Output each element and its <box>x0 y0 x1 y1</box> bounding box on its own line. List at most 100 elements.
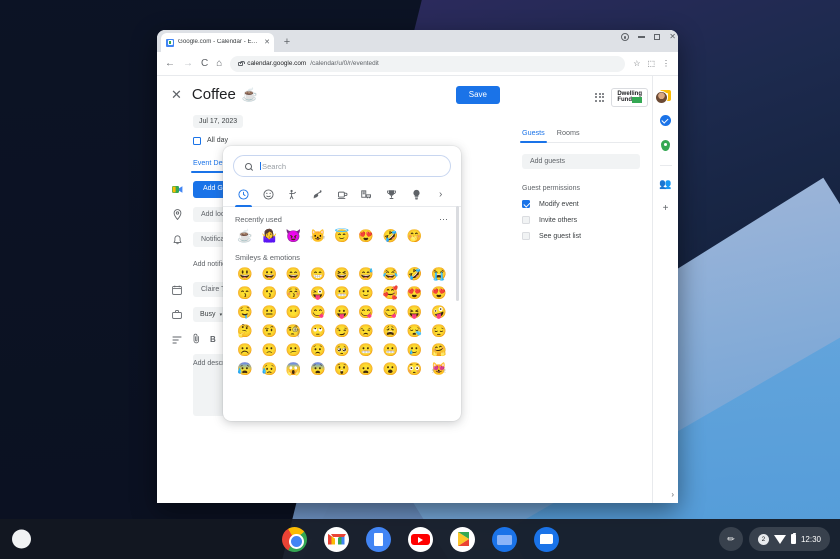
see-guest-list-checkbox[interactable] <box>522 232 530 240</box>
emoji-cell[interactable]: 😔 <box>430 323 447 340</box>
emoji-cell[interactable]: 😮 <box>382 361 399 378</box>
contacts-icon[interactable]: 👥 <box>659 180 671 190</box>
emoji-category-activities[interactable] <box>379 183 404 206</box>
permission-see-guest-list[interactable]: See guest list <box>522 232 652 240</box>
emoji-cell[interactable]: 😋 <box>309 304 326 321</box>
emoji-cell[interactable]: 😥 <box>261 361 278 378</box>
emoji-cell[interactable]: 😍 <box>406 285 423 302</box>
emoji-cell[interactable]: 🤭 <box>406 228 423 245</box>
emoji-cell[interactable]: 😻 <box>430 361 447 378</box>
emoji-cell[interactable]: 😛 <box>333 304 350 321</box>
gmail-icon[interactable] <box>324 527 349 552</box>
emoji-category-recent[interactable] <box>231 183 256 206</box>
emoji-category-people[interactable] <box>280 183 305 206</box>
emoji-cell[interactable]: 😬 <box>333 285 350 302</box>
emoji-cell[interactable]: 😱 <box>285 361 302 378</box>
emoji-cell[interactable]: 😩 <box>382 323 399 340</box>
emoji-cell[interactable]: 😝 <box>406 304 423 321</box>
emoji-cell[interactable]: 😙 <box>237 285 254 302</box>
google-tasks-icon[interactable] <box>660 115 671 126</box>
system-tray[interactable]: 2 12:30 <box>749 527 830 551</box>
emoji-cell[interactable]: 😟 <box>309 342 326 359</box>
emoji-scrollbar[interactable] <box>456 206 459 301</box>
emoji-category-smileys[interactable] <box>256 183 281 206</box>
permission-modify-event[interactable]: Modify event <box>522 200 652 208</box>
emoji-cell[interactable]: 😬 <box>358 342 375 359</box>
profile-icon[interactable] <box>621 33 629 41</box>
browser-menu-icon[interactable]: ⋮ <box>662 59 670 68</box>
emoji-cell[interactable]: 😭 <box>430 266 447 283</box>
emoji-search-box[interactable]: Search <box>233 155 451 177</box>
emoji-cell[interactable]: 😏 <box>333 323 350 340</box>
emoji-cell[interactable]: 😰 <box>237 361 254 378</box>
emoji-cell[interactable]: 😜 <box>309 285 326 302</box>
messages-icon[interactable] <box>534 527 559 552</box>
play-store-icon[interactable] <box>450 527 475 552</box>
emoji-cell[interactable]: 😪 <box>406 323 423 340</box>
window-close-icon[interactable]: ✕ <box>669 33 676 41</box>
emoji-cell[interactable]: 🥺 <box>333 342 350 359</box>
emoji-cell[interactable]: 😲 <box>333 361 350 378</box>
launcher-button[interactable] <box>12 530 31 549</box>
emoji-cell[interactable]: 😀 <box>261 266 278 283</box>
emoji-cell[interactable]: 🤨 <box>261 323 278 340</box>
new-tab-button[interactable]: + <box>279 34 295 50</box>
address-bar[interactable]: calendar.google.com/calendar/u/0/r/event… <box>230 56 625 72</box>
bookmark-star-icon[interactable]: ☆ <box>633 59 640 68</box>
emoji-category-objects[interactable] <box>404 183 429 206</box>
maximize-icon[interactable] <box>654 34 661 41</box>
emoji-cell[interactable]: 😇 <box>333 228 350 245</box>
emoji-cell[interactable]: 🤣 <box>382 228 399 245</box>
emoji-cell[interactable]: 🤷‍♀️ <box>261 228 278 245</box>
youtube-icon[interactable] <box>408 527 433 552</box>
emoji-cell[interactable]: 🤣 <box>406 266 423 283</box>
emoji-cell[interactable]: 😦 <box>358 361 375 378</box>
emoji-cell[interactable]: ☕ <box>237 228 254 245</box>
emoji-cell[interactable]: 😕 <box>285 342 302 359</box>
emoji-cell[interactable]: 😈 <box>285 228 302 245</box>
emoji-scroll-area[interactable]: Recently used ⋯ ☕ 🤷‍♀️ 😈 😺 😇 😍 🤣 🤭 Smile… <box>223 207 461 421</box>
emoji-cell[interactable]: 🤤 <box>237 304 254 321</box>
emoji-cell[interactable]: 😚 <box>285 285 302 302</box>
invite-others-checkbox[interactable] <box>522 216 530 224</box>
emoji-cell[interactable]: 😍 <box>430 285 447 302</box>
emoji-cell[interactable]: 😃 <box>237 266 254 283</box>
emoji-cell[interactable]: 🧐 <box>285 323 302 340</box>
page-title[interactable]: Coffee ☕ <box>192 86 258 103</box>
google-apps-grid-icon[interactable] <box>595 93 604 102</box>
tab-guests[interactable]: Guests <box>522 128 545 137</box>
add-ons-plus-icon[interactable]: + <box>663 204 669 214</box>
modify-event-checkbox[interactable] <box>522 200 530 208</box>
permission-invite-others[interactable]: Invite others <box>522 216 652 224</box>
emoji-cell[interactable]: 😋 <box>382 304 399 321</box>
emoji-cell[interactable]: 😬 <box>382 342 399 359</box>
save-button[interactable]: Save <box>456 86 500 104</box>
google-maps-icon[interactable] <box>661 140 670 151</box>
emoji-cell[interactable]: 😒 <box>358 323 375 340</box>
paperclip-icon[interactable] <box>193 333 200 346</box>
all-day-row[interactable]: All day <box>193 137 522 145</box>
emoji-cell[interactable]: ☹️ <box>237 342 254 359</box>
emoji-cell[interactable]: 😆 <box>333 266 350 283</box>
files-icon[interactable] <box>492 527 517 552</box>
extensions-icon[interactable]: ⬚ <box>647 59 655 68</box>
emoji-cell[interactable]: 😋 <box>358 304 375 321</box>
emoji-cell[interactable]: 😨 <box>309 361 326 378</box>
event-date-chip[interactable]: Jul 17, 2023 <box>193 115 243 128</box>
emoji-category-food[interactable] <box>330 183 355 206</box>
stylus-icon[interactable]: ✏ <box>719 527 743 551</box>
emoji-cell[interactable]: 🤗 <box>430 342 447 359</box>
back-icon[interactable]: ← <box>165 59 175 69</box>
emoji-cell[interactable]: 🙂 <box>358 285 375 302</box>
emoji-cell[interactable]: 🙁 <box>261 342 278 359</box>
emoji-cell[interactable]: 🤪 <box>430 304 447 321</box>
browser-tab[interactable]: Google.com - Calendar - Event c... ✕ <box>161 33 274 52</box>
all-day-checkbox[interactable] <box>193 137 201 145</box>
close-event-icon[interactable]: ✕ <box>171 88 182 101</box>
emoji-cell[interactable]: 😗 <box>261 285 278 302</box>
emoji-cell[interactable]: 😺 <box>309 228 326 245</box>
add-guests-input[interactable]: Add guests <box>522 154 640 169</box>
minimize-icon[interactable] <box>638 36 645 37</box>
chrome-icon[interactable] <box>282 527 307 552</box>
bold-button[interactable]: B <box>210 335 216 344</box>
